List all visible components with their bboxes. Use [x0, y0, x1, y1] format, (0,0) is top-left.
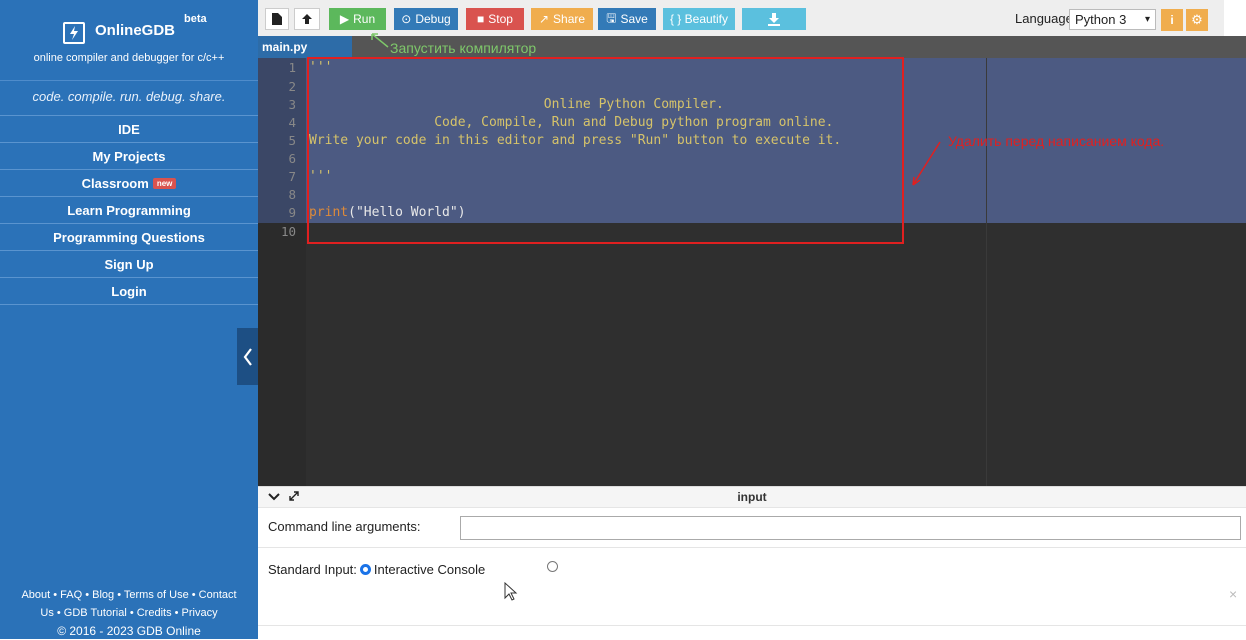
divider	[258, 547, 1246, 548]
upload-icon	[302, 14, 312, 24]
gear-icon: ⚙	[1191, 12, 1203, 27]
language-value: Python 3	[1075, 12, 1127, 27]
save-icon: 🖫	[606, 10, 617, 25]
file-icon	[272, 13, 282, 25]
run-button[interactable]: ▶ Run	[329, 8, 386, 30]
sidebar-item-classroom[interactable]: Classroom new	[0, 169, 258, 196]
run-label: Run	[353, 12, 376, 26]
text-input-radio[interactable]	[547, 561, 558, 572]
footer-links-line1[interactable]: About • FAQ • Blog • Terms of Use • Cont…	[0, 586, 258, 604]
share-icon: ↗	[538, 12, 550, 26]
sidebar: OnlineGDB beta online compiler and debug…	[0, 0, 258, 639]
download-button[interactable]	[742, 8, 806, 30]
debug-label: Debug	[415, 12, 451, 26]
beautify-button[interactable]: { } Beautify	[663, 8, 735, 30]
run-annotation: Запустить компилятор	[390, 40, 537, 56]
sidebar-item-label: Programming Questions	[53, 229, 205, 245]
stop-label: Stop	[488, 12, 513, 26]
brand-title: OnlineGDB	[95, 22, 176, 39]
arrow-icon	[912, 141, 941, 186]
mouse-cursor-icon	[504, 582, 518, 601]
save-button[interactable]: 🖫 Save	[598, 8, 656, 30]
chevron-down-icon: ▾	[1144, 14, 1150, 25]
footer-links-line2[interactable]: Us • GDB Tutorial • Credits • Privacy	[0, 604, 258, 622]
brand-subtitle: online compiler and debugger for c/c++	[33, 52, 225, 64]
sidebar-item-label: Login	[111, 283, 147, 299]
bolt-logo-icon	[63, 22, 85, 44]
play-icon: ▶	[339, 12, 350, 26]
beautify-label: { } Beautify	[669, 12, 729, 26]
language-label: Language	[1015, 11, 1073, 26]
line-number: 2	[288, 79, 296, 94]
share-button[interactable]: ↗ Share	[531, 8, 593, 30]
language-select[interactable]: Python 3 ▾	[1069, 9, 1156, 30]
stop-icon: ■	[477, 12, 485, 26]
stdin-label: Standard Input:	[268, 562, 357, 577]
line-number: 7	[288, 169, 296, 184]
upload-button[interactable]	[294, 8, 320, 30]
new-badge: new	[152, 177, 177, 189]
interactive-console-radio[interactable]	[359, 564, 371, 575]
chevron-left-icon	[243, 347, 252, 366]
toolbar: ▶ Run ⊙ Debug ■ Stop ↗ Share 🖫 Save { } Beaut…	[258, 0, 1224, 36]
print-margin	[986, 58, 987, 486]
debug-button[interactable]: ⊙ Debug	[394, 8, 458, 30]
sidebar-item-my-projects[interactable]: My Projects	[0, 142, 258, 169]
sidebar-item-learn-programming[interactable]: Learn Programming	[0, 196, 258, 223]
sidebar-item-login[interactable]: Login	[0, 277, 258, 305]
line-number: 3	[288, 97, 296, 112]
sidebar-item-label: Classroom	[81, 175, 149, 191]
sidebar-item-label: Learn Programming	[67, 202, 191, 218]
line-number: 5	[288, 133, 296, 148]
share-label: Share	[553, 12, 586, 26]
annotation-box	[307, 57, 904, 244]
info-button[interactable]: i	[1161, 9, 1183, 31]
sidebar-item-label: Sign Up	[104, 256, 154, 272]
copyright: © 2016 - 2023 GDB Online	[57, 624, 201, 638]
delete-annotation: Удалить перед написанием кода.	[948, 133, 1165, 149]
new-file-button[interactable]	[265, 8, 289, 30]
line-number: 9	[288, 205, 296, 220]
line-number: 1	[288, 60, 296, 75]
brand-beta-label: beta	[184, 13, 207, 25]
io-panel-header: input	[258, 486, 1246, 508]
tab-main-py[interactable]: main.py	[258, 36, 352, 58]
brand[interactable]: OnlineGDB beta online compiler and debug…	[0, 0, 258, 81]
sidebar-item-label: IDE	[118, 121, 140, 137]
sidebar-item-label: My Projects	[92, 148, 166, 164]
download-icon	[768, 12, 780, 26]
sidebar-item-programming-questions[interactable]: Programming Questions	[0, 223, 258, 250]
divider	[258, 625, 1246, 626]
io-panel: Command line arguments: Standard Input: …	[258, 508, 1246, 639]
line-number: 8	[288, 187, 296, 202]
line-number: 6	[288, 151, 296, 166]
save-label: Save	[620, 12, 648, 26]
io-panel-title: input	[737, 490, 767, 504]
cmd-args-label: Command line arguments:	[268, 519, 421, 534]
settings-button[interactable]: ⚙	[1186, 9, 1208, 31]
line-number: 10	[280, 224, 296, 239]
cmd-args-input[interactable]	[460, 516, 1241, 540]
arrow-icon	[371, 33, 389, 48]
sidebar-collapse-button[interactable]	[237, 328, 258, 385]
line-number: 4	[288, 115, 296, 130]
tagline: code. compile. run. debug. share.	[32, 89, 226, 104]
stdin-row: Standard Input: Interactive Console	[268, 562, 485, 577]
sidebar-item-ide[interactable]: IDE	[0, 115, 258, 142]
info-icon: i	[1170, 13, 1174, 27]
interactive-console-label[interactable]: Interactive Console	[374, 562, 485, 577]
sidebar-footer: About • FAQ • Blog • Terms of Use • Cont…	[0, 586, 258, 640]
close-icon[interactable]: ×	[1229, 586, 1237, 602]
stop-button[interactable]: ■ Stop	[466, 8, 524, 30]
debug-icon: ⊙	[401, 12, 412, 26]
sidebar-item-sign-up[interactable]: Sign Up	[0, 250, 258, 277]
